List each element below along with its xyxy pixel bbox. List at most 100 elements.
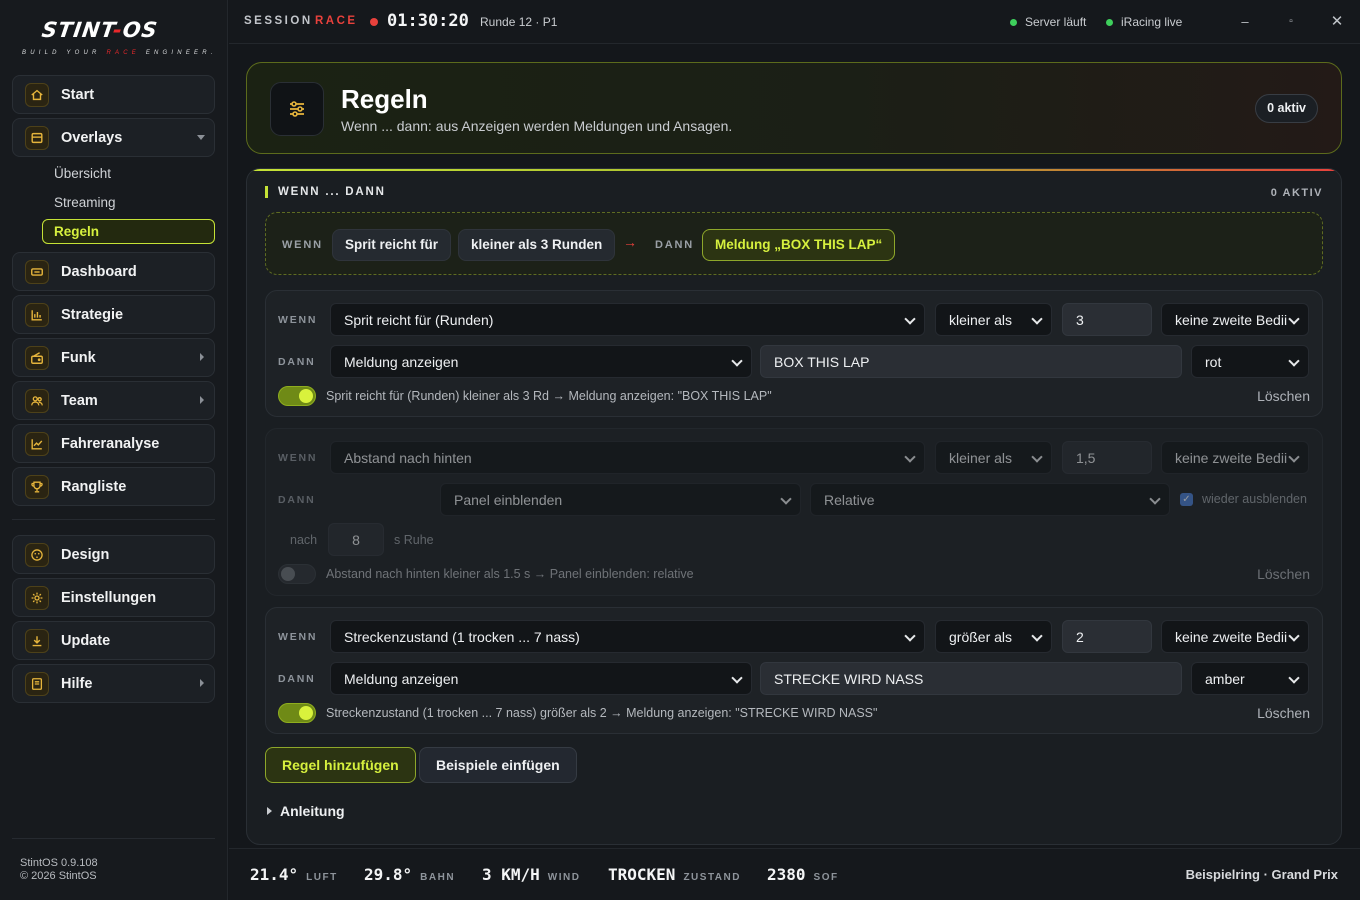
rehide-label: wieder ausblenden: [1202, 492, 1307, 506]
color-select[interactable]: amber: [1191, 662, 1309, 695]
color-select[interactable]: rot: [1191, 345, 1309, 378]
message-input[interactable]: STRECKE WIRD NASS: [760, 662, 1182, 695]
sidebar-item-label: Hilfe: [61, 675, 93, 692]
rule-card: WENN Sprit reicht für (Runden) kleiner a…: [265, 290, 1323, 417]
guide-label: Anleitung: [280, 803, 345, 819]
sidebar-item-label: Design: [61, 546, 110, 563]
session-type: RACE: [315, 15, 358, 27]
second-condition-select[interactable]: keine zweite Bedii: [1161, 620, 1309, 653]
weather-sof: 2380 SOF: [767, 865, 839, 884]
subitem-uebersicht[interactable]: Übersicht: [54, 166, 111, 181]
action-select[interactable]: Panel einblenden: [440, 483, 801, 516]
sidebar-item-label: Rangliste: [61, 478, 127, 495]
example-wenn-label: WENN: [282, 239, 323, 251]
weather-label: SOF: [813, 872, 839, 883]
sidebar-item-rangliste[interactable]: Rangliste: [12, 467, 215, 506]
lap-position: Runde 12 · P1: [480, 15, 558, 29]
sidebar-item-design[interactable]: Design: [12, 535, 215, 574]
add-rule-button[interactable]: Regel hinzufügen: [265, 747, 416, 783]
rule-card: WENN Streckenzustand (1 trocken ... 7 na…: [265, 607, 1323, 734]
guide-toggle[interactable]: Anleitung: [267, 803, 345, 819]
minimize-icon[interactable]: –: [1236, 13, 1254, 31]
sidebar-item-einstellungen[interactable]: Einstellungen: [12, 578, 215, 617]
wenn-label: WENN: [278, 314, 318, 326]
weather-value: 3 KM/H: [482, 865, 540, 884]
sidebar-item-start[interactable]: Start: [12, 75, 215, 114]
sidebar-item-fahreranalyse[interactable]: Fahreranalyse: [12, 424, 215, 463]
trophy-icon: [25, 474, 49, 499]
logo-text: STINT: [40, 18, 115, 42]
logo: STINT-OS BUILD YOUR RACE ENGINEER.: [22, 18, 217, 56]
value-input[interactable]: 3: [1062, 303, 1152, 336]
rule-toggle[interactable]: [278, 386, 316, 406]
delete-button[interactable]: Löschen: [1257, 705, 1310, 721]
status-dot-icon: [1010, 18, 1017, 26]
condition-select[interactable]: Streckenzustand (1 trocken ... 7 nass): [330, 620, 925, 653]
sidebar-item-hilfe[interactable]: Hilfe: [12, 664, 215, 703]
rule-toggle[interactable]: [278, 703, 316, 723]
operator-select[interactable]: kleiner als: [935, 303, 1052, 336]
dann-label: DANN: [278, 494, 316, 506]
value-input[interactable]: 1,5: [1062, 441, 1152, 474]
condition-select[interactable]: Sprit reicht für (Runden): [330, 303, 925, 336]
active-count-badge: 0 aktiv: [1255, 94, 1318, 123]
sidebar-item-update[interactable]: Update: [12, 621, 215, 660]
status-dot-icon: [1106, 18, 1113, 26]
maximize-icon[interactable]: ▫: [1282, 13, 1300, 31]
rule-toggle[interactable]: [278, 564, 316, 584]
value-input[interactable]: 2: [1062, 620, 1152, 653]
chevron-right-icon: [200, 396, 204, 404]
weather-label: LUFT: [306, 872, 338, 883]
sidebar-item-strategie[interactable]: Strategie: [12, 295, 215, 334]
session-label: SESSION: [244, 15, 313, 27]
sidebar-item-label: Funk: [61, 349, 96, 366]
track-name: Beispielring · Grand Prix: [1185, 867, 1338, 882]
chevron-right-icon: [200, 679, 204, 687]
close-icon[interactable]: ✕: [1328, 13, 1346, 31]
sidebar-item-label: Einstellungen: [61, 589, 157, 606]
insert-examples-button[interactable]: Beispiele einfügen: [419, 747, 577, 783]
weather-label: WIND: [547, 872, 581, 883]
dann-label: DANN: [278, 673, 316, 685]
sidebar-divider: [12, 519, 215, 520]
delete-button[interactable]: Löschen: [1257, 566, 1310, 582]
panel-select[interactable]: Relative: [810, 483, 1170, 516]
condition-select[interactable]: Abstand nach hinten: [330, 441, 925, 474]
copyright-text: © 2026 StintOS: [20, 870, 97, 882]
bar-chart-icon: [25, 302, 49, 327]
operator-select[interactable]: kleiner als: [935, 441, 1052, 474]
action-select[interactable]: Meldung anzeigen: [330, 345, 752, 378]
example-condition-chip: Sprit reicht für: [332, 229, 452, 261]
status-text: iRacing live: [1121, 15, 1183, 29]
page-subtitle: Wenn ... dann: aus Anzeigen werden Meldu…: [341, 118, 733, 134]
arrow-right-icon: →: [623, 234, 637, 250]
active-count: 0 AKTIV: [1270, 187, 1323, 199]
subitem-regeln[interactable]: Regeln: [42, 219, 215, 244]
sliders-icon: [270, 82, 324, 136]
wenn-label: WENN: [278, 452, 318, 464]
sidebar-item-label: Team: [61, 392, 98, 409]
sidebar-item-overlays[interactable]: Overlays: [12, 118, 215, 157]
page-title: Regeln: [341, 84, 428, 114]
chevron-down-icon: [197, 135, 205, 140]
sidebar-item-funk[interactable]: Funk: [12, 338, 215, 377]
delete-button[interactable]: Löschen: [1257, 388, 1310, 404]
operator-select[interactable]: größer als: [935, 620, 1052, 653]
action-select[interactable]: Meldung anzeigen: [330, 662, 752, 695]
rehide-checkbox[interactable]: ✓: [1180, 493, 1193, 506]
example-rule: WENN Sprit reicht für kleiner als 3 Rund…: [265, 212, 1323, 275]
second-condition-select[interactable]: keine zweite Bedii: [1161, 441, 1309, 474]
subitem-streaming[interactable]: Streaming: [54, 195, 116, 210]
weather-value: TROCKEN: [608, 865, 676, 884]
weather-wind: 3 KM/H WIND: [482, 865, 580, 884]
sidebar-item-team[interactable]: Team: [12, 381, 215, 420]
weather-air: 21.4° LUFT: [250, 865, 338, 884]
page-header: Regeln Wenn ... dann: aus Anzeigen werde…: [246, 62, 1342, 154]
message-input[interactable]: BOX THIS LAP: [760, 345, 1182, 378]
live-dot-icon: [370, 18, 378, 26]
section-heading: WENN ... DANN: [265, 186, 386, 198]
sidebar-item-dashboard[interactable]: Dashboard: [12, 252, 215, 291]
second-condition-select[interactable]: keine zweite Bedii: [1161, 303, 1309, 336]
radio-icon: [25, 345, 49, 370]
rest-seconds-input[interactable]: 8: [328, 523, 384, 556]
